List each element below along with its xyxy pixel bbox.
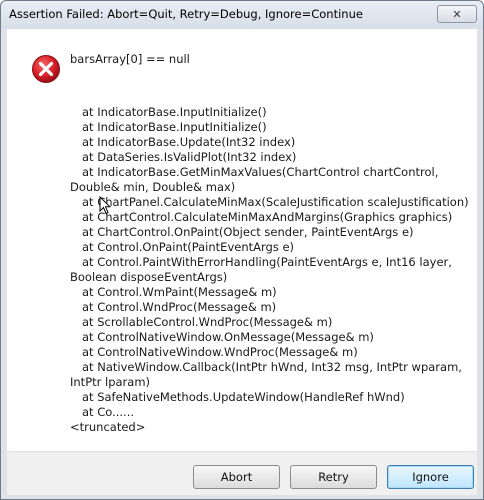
stack-line: Double& min, Double& max): [70, 180, 236, 194]
close-icon: ✕: [452, 7, 462, 21]
stack-line: at SafeNativeMethods.UpdateWindow(Handle…: [82, 390, 405, 404]
stack-line: at ControlNativeWindow.WndProc(Message& …: [82, 345, 358, 359]
stack-line: at Control.OnPaint(PaintEventArgs e): [82, 240, 295, 254]
close-button[interactable]: ✕: [437, 5, 477, 23]
stack-line: at Control.WmPaint(Message& m): [82, 285, 277, 299]
stack-line: at ChartControl.OnPaint(Object sender, P…: [82, 225, 414, 239]
stack-trace: at IndicatorBase.InputInitialize() at Ind…: [70, 105, 470, 435]
stack-line: at ScrollableControl.WndProc(Message& m): [82, 315, 333, 329]
stack-line: at IndicatorBase.Update(Int32 index): [82, 135, 296, 149]
mouse-cursor-icon: [99, 196, 111, 215]
stack-line: at ControlNativeWindow.OnMessage(Message…: [82, 330, 374, 344]
stack-line: at NativeWindow.Callback(IntPtr hWnd, In…: [82, 360, 462, 374]
stack-line: at Control.PaintWithErrorHandling(PaintE…: [82, 255, 452, 269]
button-bar: Abort Retry Ignore: [7, 451, 477, 495]
stack-line: at ChartControl.CalculateMinMaxAndMargin…: [82, 210, 453, 224]
retry-button[interactable]: Retry: [290, 465, 377, 489]
stack-line: IntPtr lparam): [70, 375, 151, 389]
error-icon: [32, 55, 60, 83]
stack-line: at DataSeries.IsValidPlot(Int32 index): [82, 150, 297, 164]
stack-line: at IndicatorBase.InputInitialize(): [82, 105, 267, 119]
stack-line: at Co......: [82, 405, 135, 419]
stack-line: at IndicatorBase.GetMinMaxValues(ChartCo…: [82, 165, 439, 179]
stack-line: at ChartPanel.CalculateMinMax(ScaleJusti…: [82, 195, 469, 209]
message-area: barsArray[0] == null at IndicatorBase.In…: [7, 29, 477, 451]
assertion-dialog: Assertion Failed: Abort=Quit, Retry=Debu…: [0, 0, 484, 500]
stack-line: Boolean disposeEventArgs): [70, 270, 228, 284]
abort-button[interactable]: Abort: [193, 465, 280, 489]
dialog-client-area: barsArray[0] == null at IndicatorBase.In…: [7, 29, 477, 495]
stack-line: at Control.WndProc(Message& m): [82, 300, 277, 314]
message-text: barsArray[0] == null at IndicatorBase.In…: [70, 52, 470, 435]
stack-line: <truncated>: [70, 420, 146, 434]
ignore-button[interactable]: Ignore: [387, 465, 474, 489]
title-bar[interactable]: Assertion Failed: Abort=Quit, Retry=Debu…: [1, 1, 483, 29]
dialog-title: Assertion Failed: Abort=Quit, Retry=Debu…: [9, 7, 363, 21]
stack-line: at IndicatorBase.InputInitialize(): [82, 120, 267, 134]
assertion-expression: barsArray[0] == null: [70, 52, 190, 66]
